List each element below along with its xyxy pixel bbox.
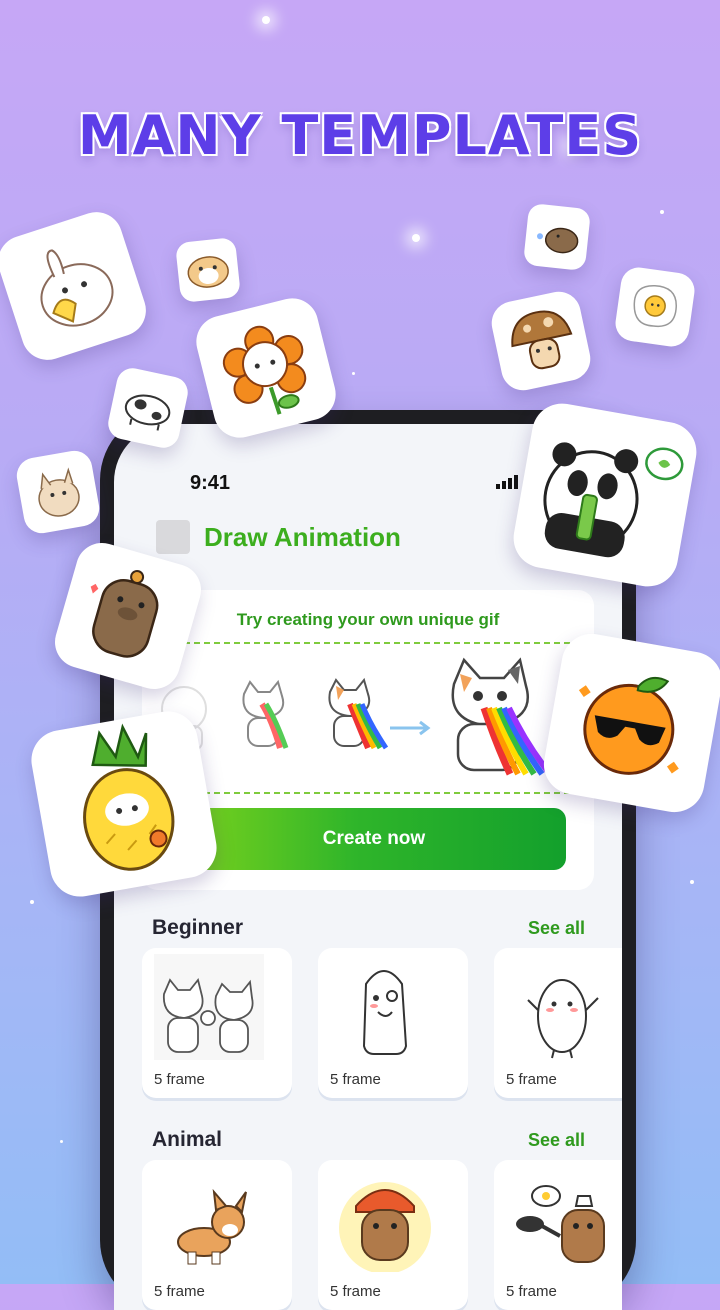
hamster-icon: [187, 256, 229, 288]
mushroom-sticker: [487, 287, 595, 395]
template-card[interactable]: 5 frame: [494, 948, 622, 1098]
sparkle: [660, 210, 664, 214]
create-now-button[interactable]: Create now: [182, 808, 566, 870]
capybara-chief-icon: [339, 1182, 431, 1272]
cat-animation-frames-icon: [161, 657, 553, 776]
corgi-icon: [177, 1188, 247, 1265]
headline: MANY TEMPLATES: [77, 104, 643, 168]
egg-character-icon: [362, 970, 408, 1055]
pineapple-sticker: [26, 706, 222, 902]
bunny-banana-sticker: [0, 205, 153, 367]
frame-count: 5 frame: [330, 1283, 381, 1300]
mushroom-icon: [511, 310, 573, 370]
cow-icon: [124, 394, 171, 431]
frame-count: 5 frame: [154, 1071, 205, 1088]
orange-sunglasses-icon: [578, 676, 679, 775]
panda-sticker: [508, 398, 702, 592]
frame-count: 5 frame: [506, 1283, 557, 1300]
frame-count: 5 frame: [154, 1283, 205, 1300]
frame-count: 5 frame: [506, 1071, 557, 1088]
fried-egg-sticker: [613, 265, 697, 349]
app-logo: [156, 520, 190, 554]
sparkle: [262, 16, 270, 24]
section-title-beginner: Beginner: [152, 916, 244, 939]
template-card[interactable]: 5 frame: [318, 1160, 468, 1310]
panda-icon: [543, 442, 684, 558]
cow-sticker: [105, 365, 191, 451]
sparkle: [412, 234, 420, 242]
potato-waving-icon: [527, 979, 599, 1059]
animation-preview-strip: [154, 642, 580, 794]
template-card[interactable]: 5 frame: [142, 1160, 292, 1310]
section-title-animal: Animal: [152, 1128, 223, 1151]
signal-icon: [496, 475, 518, 489]
sparkle: [60, 1140, 63, 1143]
promo-title: Try creating your own unique gif: [236, 610, 500, 629]
cats-fist-bump-icon: [154, 954, 264, 1060]
sparkle: [352, 372, 355, 375]
see-all-beginner-link[interactable]: See all: [528, 918, 585, 939]
bunny-banana-icon: [40, 249, 114, 327]
sparkle: [690, 880, 694, 884]
status-time: 9:41: [190, 472, 231, 494]
orange-sunglasses-sticker: [539, 629, 720, 817]
hamster-sticker: [175, 237, 241, 303]
template-card[interactable]: 5 frame: [142, 948, 292, 1098]
pineapple-icon: [83, 723, 175, 871]
app-header: Draw Animation: [156, 520, 401, 554]
frame-count: 5 frame: [330, 1071, 381, 1088]
puppy-icon: [38, 467, 80, 517]
puppy-sticker: [13, 447, 103, 537]
template-card[interactable]: 5 frame: [318, 948, 468, 1098]
capybara-bird-icon: [536, 227, 579, 254]
fried-egg-icon: [633, 285, 677, 328]
see-all-animal-link[interactable]: See all: [528, 1130, 585, 1151]
capybara-bird-sticker: [522, 202, 592, 272]
template-card[interactable]: 5 frame: [494, 1160, 622, 1310]
capybara-chef-icon: [516, 1185, 605, 1263]
sparkle: [30, 900, 34, 904]
app-title: Draw Animation: [204, 521, 401, 552]
